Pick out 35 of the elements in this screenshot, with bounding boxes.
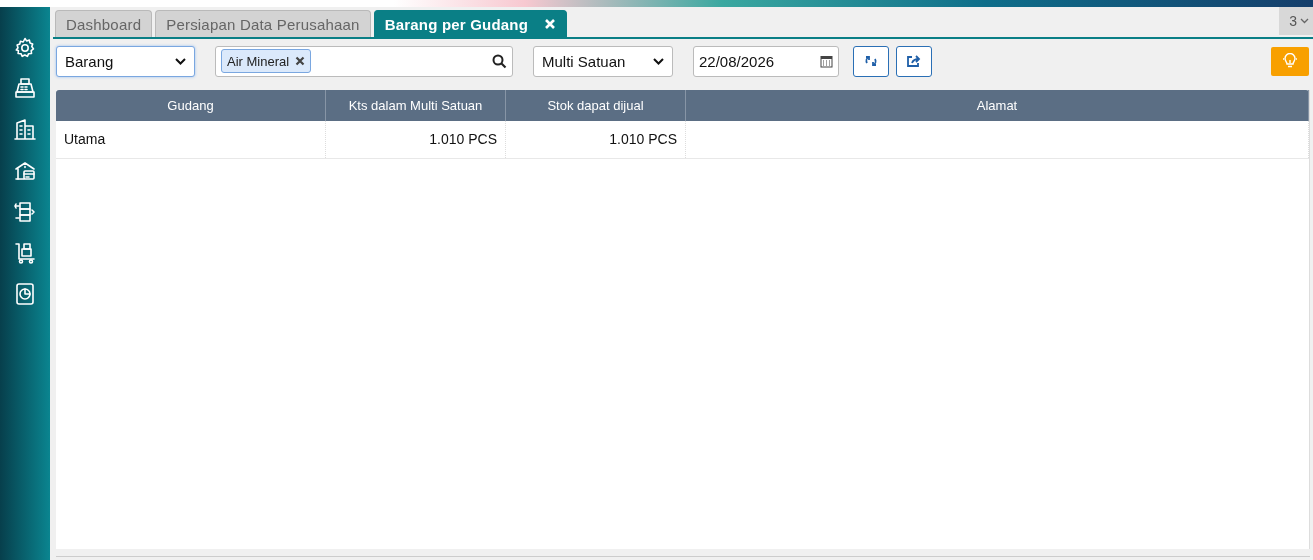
group-by-dropdown[interactable]: Barang bbox=[56, 45, 195, 77]
refresh-icon bbox=[864, 54, 878, 68]
chevron-down-icon bbox=[175, 57, 186, 65]
calendar-icon[interactable] bbox=[820, 54, 833, 68]
remove-icon[interactable] bbox=[295, 56, 306, 66]
lightbulb-icon bbox=[1282, 53, 1298, 69]
settings-icon[interactable] bbox=[13, 36, 37, 60]
filter-chip[interactable]: Air Mineral bbox=[221, 49, 312, 73]
item-filter-field[interactable]: Air Mineral bbox=[215, 45, 513, 77]
tab-count-dropdown[interactable]: 3 bbox=[1279, 7, 1313, 35]
cart-boxes-icon[interactable] bbox=[13, 241, 37, 265]
table-cell: 1.010 PCS bbox=[609, 131, 677, 147]
column-header[interactable]: Gudang bbox=[56, 90, 326, 121]
export-button[interactable] bbox=[896, 45, 932, 77]
boxes-arrows-icon[interactable] bbox=[13, 200, 37, 224]
chevron-down-icon bbox=[653, 57, 664, 65]
date-field[interactable]: 22/08/2026 bbox=[693, 45, 839, 77]
building-icon[interactable] bbox=[13, 118, 37, 142]
refresh-button[interactable] bbox=[853, 45, 889, 77]
cash-register-icon[interactable] bbox=[13, 77, 37, 101]
table-cell: 1.010 PCS bbox=[429, 131, 497, 147]
warehouse-icon[interactable] bbox=[13, 159, 37, 183]
unit-mode-dropdown[interactable]: Multi Satuan bbox=[533, 45, 673, 77]
table-cell: Utama bbox=[64, 131, 106, 147]
search-icon[interactable] bbox=[492, 53, 507, 69]
chevron-down-icon bbox=[1300, 18, 1309, 24]
share-icon bbox=[906, 54, 922, 68]
tab[interactable]: Persiapan Data Perusahaan bbox=[155, 10, 371, 37]
column-header[interactable]: Kts dalam Multi Satuan bbox=[326, 90, 506, 121]
column-header[interactable]: Alamat bbox=[686, 90, 1309, 121]
tab[interactable]: Dashboard bbox=[55, 10, 153, 37]
close-icon[interactable] bbox=[544, 18, 557, 30]
report-chart-icon[interactable] bbox=[13, 282, 37, 306]
column-header[interactable]: Stok dapat dijual bbox=[506, 90, 686, 121]
tab[interactable]: Barang per Gudang bbox=[373, 10, 568, 37]
